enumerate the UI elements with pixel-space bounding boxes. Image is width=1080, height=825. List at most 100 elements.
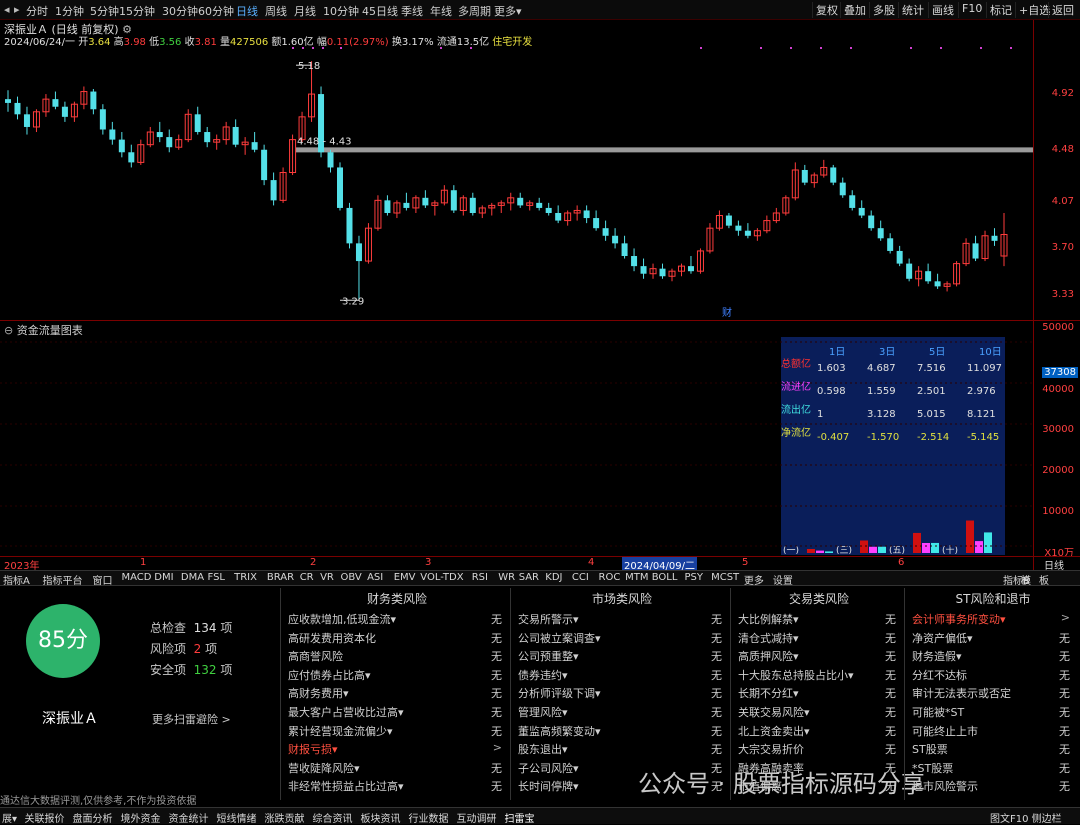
risk-item-2-3[interactable]: 十大股东总持股占比小▾ (738, 667, 854, 683)
risk-item-2-6[interactable]: 北上资金卖出▾ (738, 723, 810, 739)
indicator-tab-22[interactable]: BOLL (652, 572, 678, 583)
status-tab-4[interactable]: 资金统计 (169, 810, 209, 825)
risk-item-3-4[interactable]: 审计无法表示或否定 (912, 685, 1011, 701)
status-tab-11[interactable]: 扫雷宝 (505, 810, 535, 825)
period-tab-2[interactable]: 5分钟 (90, 3, 119, 19)
indicator-tab-19[interactable]: CCI (572, 572, 589, 583)
toolbar-right-button-1[interactable]: 叠加 (840, 2, 869, 18)
risk-item-1-9[interactable]: 长时间停牌▾ (518, 778, 579, 794)
risk-item-2-8[interactable]: 融券高融卖率 (738, 760, 804, 776)
risk-item-1-7[interactable]: 股东退出▾ (518, 741, 568, 757)
risk-item-0-5[interactable]: 最大客户占营收比过高▾ (288, 704, 404, 720)
indicator-tab-17[interactable]: SAR (519, 572, 539, 583)
period-tab-8[interactable]: 月线 (294, 3, 316, 19)
risk-item-1-4[interactable]: 分析师评级下调▾ (518, 685, 601, 701)
risk-item-2-2[interactable]: 高质押风险▾ (738, 648, 799, 664)
risk-item-0-9[interactable]: 非经常性损益占比过高▾ (288, 778, 404, 794)
indicator-tab-10[interactable]: VR (320, 572, 334, 583)
risk-item-1-8[interactable]: 子公司风险▾ (518, 760, 579, 776)
indicator-tab-6[interactable]: FSL (208, 572, 226, 583)
risk-item-0-3[interactable]: 应付债券占比高▾ (288, 667, 371, 683)
period-tab-1[interactable]: 1分钟 (55, 3, 84, 19)
status-tab-0[interactable]: 展▾ (2, 810, 17, 825)
indicator-tab-8[interactable]: BRAR (267, 572, 294, 583)
risk-item-2-1[interactable]: 清仓式减持▾ (738, 630, 799, 646)
more-scan-link[interactable]: 更多扫雷避险 > (152, 711, 231, 727)
toolbar-right-button-3[interactable]: 统计 (898, 2, 927, 18)
toolbar-right-button-0[interactable]: 复权 (812, 2, 841, 18)
status-tab-8[interactable]: 板块资讯 (361, 810, 401, 825)
indicator-tab-21[interactable]: MTM (625, 572, 648, 583)
risk-item-1-0[interactable]: 交易所警示▾ (518, 611, 579, 627)
status-right[interactable]: 图文F10 侧边栏 (990, 810, 1062, 825)
indicator-tab-0[interactable]: 指标A (3, 572, 30, 587)
period-tab-10[interactable]: 45日线 (362, 3, 398, 19)
risk-item-2-4[interactable]: 长期不分红▾ (738, 685, 799, 701)
risk-item-0-6[interactable]: 累计经营现金流偏少▾ (288, 723, 393, 739)
risk-item-0-1[interactable]: 高研发费用资本化 (288, 630, 376, 646)
period-tab-5[interactable]: 60分钟 (198, 3, 234, 19)
period-tab-13[interactable]: 多周期 (458, 3, 491, 19)
indicator-tab-23[interactable]: PSY (685, 572, 704, 583)
period-tab-3[interactable]: 15分钟 (119, 3, 155, 19)
risk-item-0-4[interactable]: 高财务费用▾ (288, 685, 349, 701)
risk-item-3-7[interactable]: ST股票 (912, 741, 948, 757)
risk-item-1-6[interactable]: 董监高频繁变动▾ (518, 723, 601, 739)
toolbar-right-button-5[interactable]: F10 (958, 2, 985, 18)
indicator-tab-7[interactable]: TRIX (234, 572, 257, 583)
indicator-tab-20[interactable]: ROC (599, 572, 621, 583)
risk-item-1-3[interactable]: 债券违约▾ (518, 667, 568, 683)
period-tab-12[interactable]: 年线 (430, 3, 452, 19)
period-tab-9[interactable]: 10分钟 (323, 3, 359, 19)
arrow-right-icon[interactable]: ▸ (14, 3, 20, 16)
risk-item-0-8[interactable]: 营收陡降风险▾ (288, 760, 360, 776)
indicator-right-2[interactable]: 板 (1039, 572, 1049, 587)
status-tab-7[interactable]: 综合资讯 (313, 810, 353, 825)
toolbar-right-button-6[interactable]: 标记 (986, 2, 1015, 18)
toolbar-right-button-4[interactable]: 画线 (928, 2, 957, 18)
status-tab-2[interactable]: 盘面分析 (73, 810, 113, 825)
indicator-tab-4[interactable]: DMI (154, 572, 173, 583)
risk-item-3-1[interactable]: 净资产偏低▾ (912, 630, 973, 646)
period-tab-6[interactable]: 日线 (236, 3, 258, 19)
risk-item-3-5[interactable]: 可能被*ST (912, 704, 964, 720)
risk-item-2-0[interactable]: 大比例解禁▾ (738, 611, 799, 627)
risk-item-1-1[interactable]: 公司被立案调查▾ (518, 630, 601, 646)
indicator-tab-18[interactable]: KDJ (545, 572, 562, 583)
status-tab-10[interactable]: 互动调研 (457, 810, 497, 825)
arrow-left-icon[interactable]: ◂ (4, 3, 10, 16)
risk-item-3-0[interactable]: 会计师事务所变动▾ (912, 611, 1006, 627)
status-tab-1[interactable]: 关联报价 (25, 810, 65, 825)
indicator-tab-24[interactable]: MCST (711, 572, 739, 583)
status-tab-3[interactable]: 境外资金 (121, 810, 161, 825)
indicator-tab-9[interactable]: CR (300, 572, 314, 583)
status-tab-5[interactable]: 短线情绪 (217, 810, 257, 825)
indicator-tab-1[interactable]: 指标平台 (43, 572, 83, 587)
indicator-tab-13[interactable]: EMV (394, 572, 416, 583)
indicator-tab-11[interactable]: OBV (341, 572, 362, 583)
status-tab-6[interactable]: 涨跌贡献 (265, 810, 305, 825)
toolbar-right-button-2[interactable]: 多股 (869, 2, 898, 18)
indicator-tab-25[interactable]: 更多 (744, 572, 764, 587)
indicator-tab-16[interactable]: WR (498, 572, 515, 583)
status-tab-9[interactable]: 行业数据 (409, 810, 449, 825)
risk-item-3-6[interactable]: 可能终止上市 (912, 723, 978, 739)
risk-item-2-9[interactable]: 市值偏离 (738, 778, 782, 794)
indicator-tab-15[interactable]: RSI (472, 572, 488, 583)
risk-item-3-9[interactable]: 退市风险警示 (912, 778, 978, 794)
indicator-tab-5[interactable]: DMA (181, 572, 204, 583)
indicator-tab-12[interactable]: ASI (367, 572, 383, 583)
indicator-tab-14[interactable]: VOL-TDX (420, 572, 463, 583)
risk-item-3-8[interactable]: *ST股票 (912, 760, 953, 776)
candlestick-chart[interactable]: 5.18 4.48 - 4.43 3.29 财 (0, 46, 1033, 318)
indicator-right-1[interactable]: 模 (1021, 572, 1031, 587)
risk-item-0-2[interactable]: 高商誉风险 (288, 648, 343, 664)
period-tab-7[interactable]: 周线 (265, 3, 287, 19)
indicator-tab-2[interactable]: 窗口 (93, 572, 113, 587)
risk-item-2-7[interactable]: 大宗交易折价 (738, 741, 804, 757)
risk-item-0-0[interactable]: 应收款增加,低现金流▾ (288, 611, 396, 627)
indicator-tab-3[interactable]: MACD (122, 572, 152, 583)
risk-item-2-5[interactable]: 关联交易风险▾ (738, 704, 810, 720)
period-tab-14[interactable]: 更多▾ (494, 3, 522, 19)
risk-item-1-2[interactable]: 公司预重整▾ (518, 648, 579, 664)
